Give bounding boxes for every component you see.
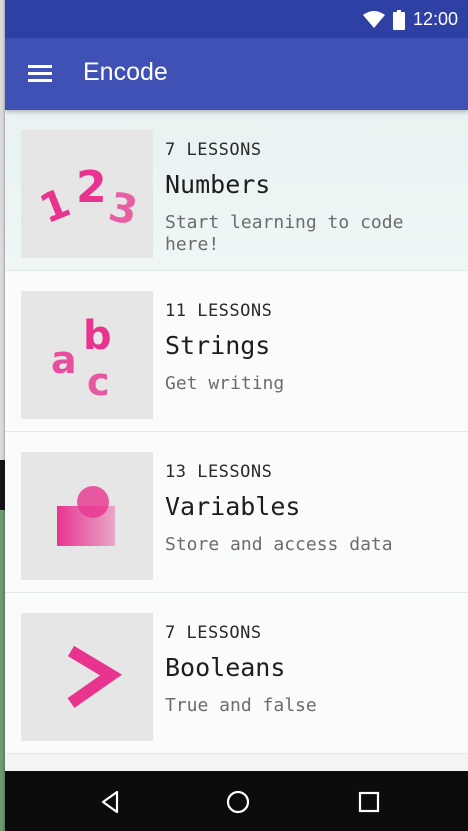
lesson-card-booleans[interactable]: 7 LESSONS Booleans True and false: [5, 593, 468, 754]
svg-text:2: 2: [76, 162, 107, 213]
lesson-thumbnail: a b c: [21, 291, 153, 419]
battery-icon: [392, 9, 405, 30]
status-bar: 12:00: [5, 0, 468, 38]
lesson-description: Get writing: [165, 373, 285, 394]
lesson-count: 7 LESSONS: [165, 623, 262, 643]
lesson-card-strings[interactable]: a b c 11 LESSONS Strings Get writing: [5, 271, 468, 432]
lesson-title: Numbers: [165, 170, 271, 199]
lesson-title: Strings: [165, 331, 271, 360]
recents-icon[interactable]: [355, 788, 383, 816]
lesson-card-variables[interactable]: 13 LESSONS Variables Store and access da…: [5, 432, 468, 593]
svg-text:a: a: [51, 338, 77, 382]
phone-screen: 12:00 Encode 1 2 3 7 LESSONS Numbers Sta…: [5, 0, 468, 831]
lesson-count: 7 LESSONS: [165, 140, 262, 160]
home-icon[interactable]: [224, 788, 252, 816]
app-bar: Encode: [5, 38, 468, 110]
booleans-icon: [67, 645, 123, 708]
lesson-description: Store and access data: [165, 534, 393, 555]
variables-icon: [57, 486, 115, 546]
lesson-count: 13 LESSONS: [165, 462, 273, 482]
wifi-icon: [362, 10, 385, 29]
strings-icon: a b c: [51, 313, 112, 404]
app-title: Encode: [83, 58, 168, 86]
lesson-title: Booleans: [165, 653, 286, 682]
lesson-thumbnail: [21, 613, 153, 741]
hamburger-menu-icon[interactable]: [28, 65, 52, 83]
back-icon[interactable]: [97, 788, 125, 816]
status-time: 12:00: [412, 9, 458, 29]
lesson-thumbnail: [21, 452, 153, 580]
lesson-description: True and false: [165, 695, 317, 716]
svg-text:c: c: [87, 360, 110, 404]
svg-text:b: b: [83, 313, 112, 359]
lesson-list: 1 2 3 7 LESSONS Numbers Start learning t…: [5, 110, 468, 770]
svg-text:1: 1: [34, 180, 77, 233]
lesson-description: Start learning to code here!: [165, 212, 404, 255]
lesson-title: Variables: [165, 492, 301, 521]
svg-text:3: 3: [105, 184, 142, 235]
lesson-thumbnail: 1 2 3: [21, 130, 153, 258]
lesson-count: 11 LESSONS: [165, 301, 273, 321]
numbers-icon: 1 2 3: [34, 162, 142, 235]
status-icons: 12:00: [362, 9, 458, 30]
lesson-card-numbers[interactable]: 1 2 3 7 LESSONS Numbers Start learning t…: [5, 110, 468, 271]
navigation-bar: [5, 771, 468, 831]
